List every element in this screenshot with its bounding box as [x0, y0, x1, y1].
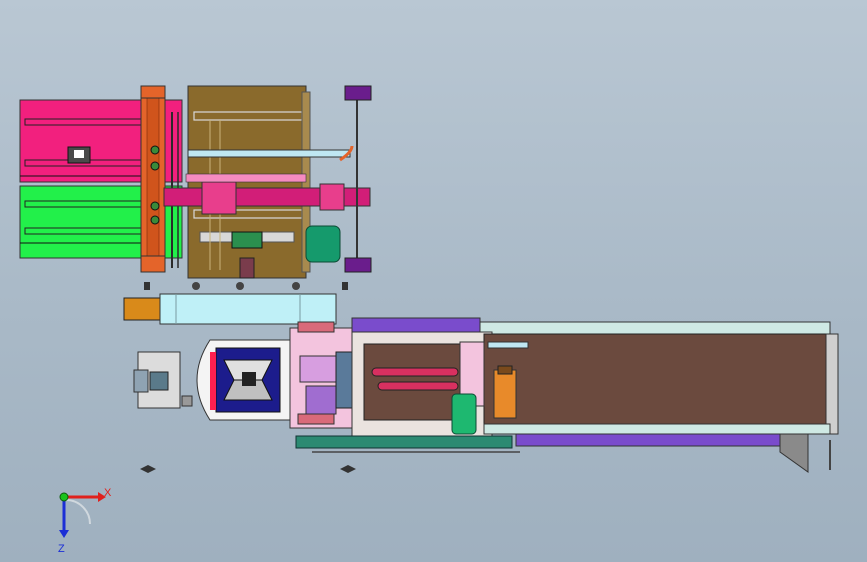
cyan-cylinder-assembly	[123, 282, 337, 325]
small-part	[140, 465, 156, 473]
x-axis-label: X	[104, 487, 112, 499]
orange-frame	[140, 85, 166, 273]
conveyor-assembly	[351, 317, 839, 473]
rotary-table	[196, 339, 291, 421]
left-bracket-fixture	[133, 351, 193, 409]
purple-post	[344, 85, 372, 273]
green-tank	[451, 393, 477, 435]
axis-triad-icon: X Z	[58, 487, 112, 555]
orange-pump	[493, 369, 517, 419]
base-rail	[295, 435, 513, 449]
cyan-guide-bar	[187, 149, 351, 158]
z-axis-label: Z	[58, 543, 65, 555]
green-motor	[305, 225, 341, 263]
cable-mark	[144, 282, 150, 290]
cable-mark	[342, 282, 348, 290]
small-part	[340, 465, 356, 473]
cad-viewport[interactable]: X Z	[0, 0, 867, 562]
pump-head	[497, 365, 513, 375]
